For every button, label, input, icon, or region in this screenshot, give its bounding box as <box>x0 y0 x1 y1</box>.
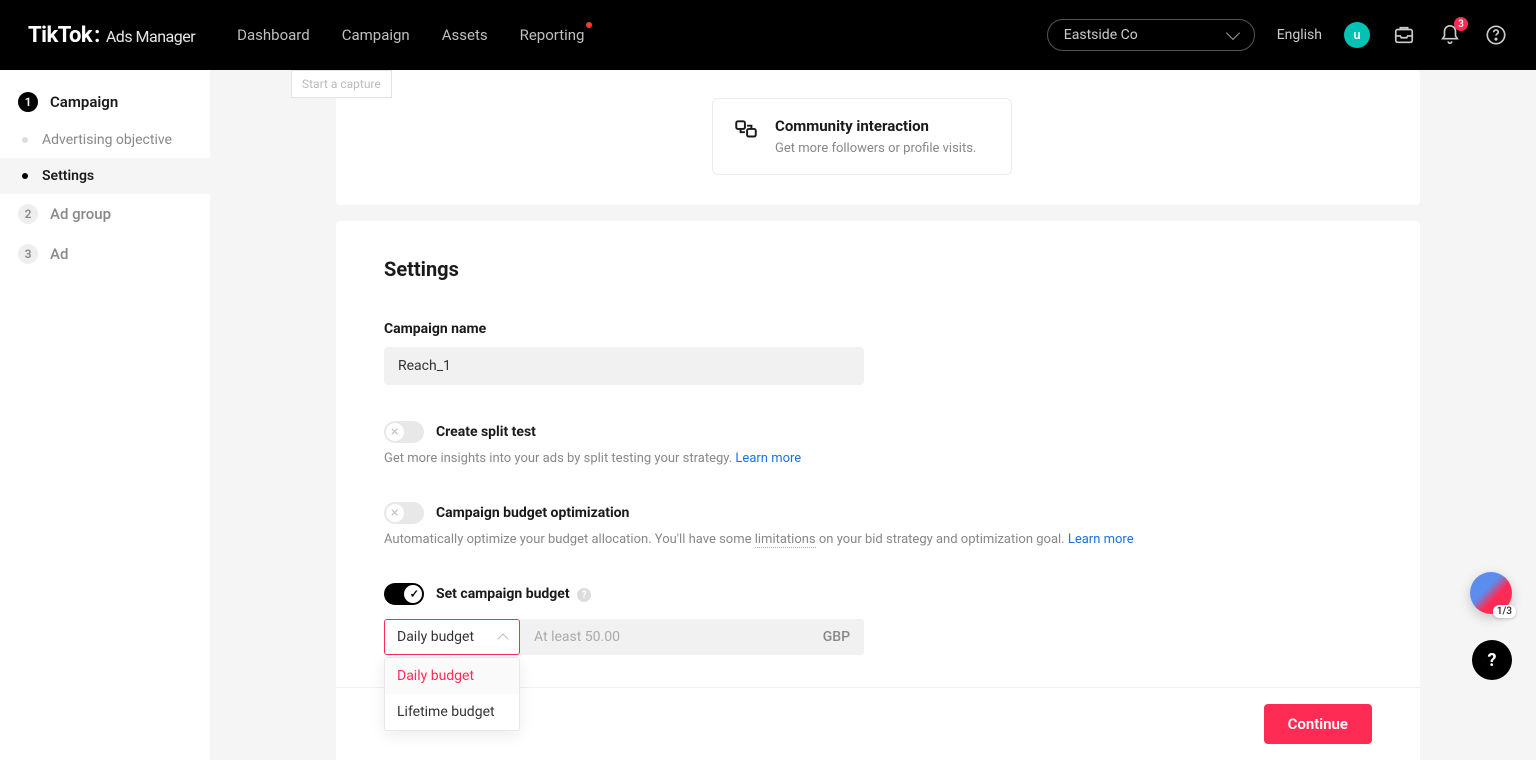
page-scroll: Start a capture Community interaction Ge… <box>210 70 1536 760</box>
objective-card-spacer <box>712 70 1012 80</box>
settings-heading: Settings <box>384 257 1372 281</box>
budget-currency: GBP <box>823 629 850 645</box>
account-name: Eastside Co <box>1064 27 1138 43</box>
step-number: 1 <box>18 92 38 112</box>
inbox-icon[interactable] <box>1392 23 1416 47</box>
nav-assets[interactable]: Assets <box>442 26 488 44</box>
campaign-name-label: Campaign name <box>384 321 1372 337</box>
budget-type-dropdown: Daily budget Lifetime budget <box>384 657 520 731</box>
budget-type-selected: Daily budget <box>397 629 474 645</box>
main-nav: Dashboard Campaign Assets Reporting <box>237 26 584 44</box>
notification-dot-icon <box>586 22 592 28</box>
main-content: Start a capture Community interaction Ge… <box>210 70 1536 760</box>
floating-help-button[interactable]: ? <box>1472 640 1512 680</box>
objectives-panel-partial: Start a capture Community interaction Ge… <box>336 70 1420 205</box>
set-budget-row: ✓ Set campaign budget ? <box>384 583 1372 605</box>
substep-label: Advertising objective <box>42 132 172 148</box>
language-selector[interactable]: English <box>1277 27 1322 43</box>
step-number: 3 <box>18 244 38 264</box>
logo-subtitle: Ads Manager <box>106 27 195 46</box>
campaign-name-input[interactable] <box>384 347 864 385</box>
step-number: 2 <box>18 204 38 224</box>
budget-option-daily[interactable]: Daily budget <box>385 658 519 694</box>
nav-reporting[interactable]: Reporting <box>520 26 585 44</box>
split-test-learn-more-link[interactable]: Learn more <box>735 451 801 466</box>
chevron-up-icon <box>497 633 508 644</box>
split-test-row: ✕ Create split test <box>384 421 1372 443</box>
budget-amount-input[interactable] <box>534 619 823 655</box>
cbo-desc: Automatically optimize your budget alloc… <box>384 532 1372 547</box>
substep-settings[interactable]: Settings <box>0 158 210 194</box>
split-test-desc: Get more insights into your ads by split… <box>384 451 1372 466</box>
user-avatar[interactable]: u <box>1344 22 1370 48</box>
logo-main: TikTok <box>28 23 92 48</box>
cbo-row: ✕ Campaign budget optimization <box>384 502 1372 524</box>
budget-row: Daily budget GBP Daily budget Lifetime b… <box>384 619 1372 655</box>
nav-campaign[interactable]: Campaign <box>342 26 410 44</box>
split-test-label: Create split test <box>436 424 536 440</box>
cbo-learn-more-link[interactable]: Learn more <box>1068 532 1134 547</box>
objective-title: Community interaction <box>775 117 976 135</box>
bullet-icon <box>22 173 28 179</box>
top-header: TikTok : Ads Manager Dashboard Campaign … <box>0 0 1536 70</box>
bullet-icon <box>22 137 28 143</box>
logo[interactable]: TikTok : Ads Manager <box>28 23 195 48</box>
step-campaign[interactable]: 1 Campaign <box>0 82 210 122</box>
chevron-down-icon <box>1226 26 1240 40</box>
set-budget-label: Set campaign budget ? <box>436 586 591 603</box>
set-budget-toggle[interactable]: ✓ <box>384 583 424 605</box>
continue-button[interactable]: Continue <box>1264 704 1372 744</box>
nav-dashboard[interactable]: Dashboard <box>237 26 310 44</box>
objective-text: Community interaction Get more followers… <box>775 117 976 156</box>
help-icon[interactable] <box>1484 23 1508 47</box>
budget-option-lifetime[interactable]: Lifetime budget <box>385 694 519 730</box>
compass-count: 1/3 <box>1493 605 1516 618</box>
cbo-label: Campaign budget optimization <box>436 505 629 521</box>
community-icon <box>733 117 759 156</box>
logo-separator: : <box>94 23 100 48</box>
budget-type-select[interactable]: Daily budget <box>384 619 520 655</box>
step-ad[interactable]: 3 Ad <box>0 234 210 274</box>
substep-advertising-objective[interactable]: Advertising objective <box>0 122 210 158</box>
step-label: Ad group <box>50 205 111 223</box>
budget-amount-wrap: GBP <box>520 619 864 655</box>
x-icon: ✕ <box>390 426 399 439</box>
substep-label: Settings <box>42 168 94 184</box>
account-selector[interactable]: Eastside Co <box>1047 19 1255 51</box>
step-label: Campaign <box>50 93 118 111</box>
help-tooltip-icon[interactable]: ? <box>577 588 591 602</box>
compass-widget[interactable]: 1/3 <box>1470 572 1512 614</box>
split-test-toggle[interactable]: ✕ <box>384 421 424 443</box>
bell-icon[interactable]: 3 <box>1438 23 1462 47</box>
capture-ghost-button[interactable]: Start a capture <box>291 70 392 98</box>
x-icon: ✕ <box>390 507 399 520</box>
step-ad-group[interactable]: 2 Ad group <box>0 194 210 234</box>
settings-panel: Settings Campaign name ✕ Create split te… <box>336 221 1420 715</box>
header-right: Eastside Co English u 3 <box>1047 19 1508 51</box>
step-label: Ad <box>50 245 68 263</box>
objective-desc: Get more followers or profile visits. <box>775 141 976 156</box>
check-icon: ✓ <box>410 588 419 601</box>
notification-badge: 3 <box>1454 17 1468 31</box>
cbo-toggle[interactable]: ✕ <box>384 502 424 524</box>
objective-community-interaction[interactable]: Community interaction Get more followers… <box>712 98 1012 175</box>
cbo-limitations-tooltip[interactable]: limitations <box>755 532 816 548</box>
left-sidebar: 1 Campaign Advertising objective Setting… <box>0 70 210 760</box>
